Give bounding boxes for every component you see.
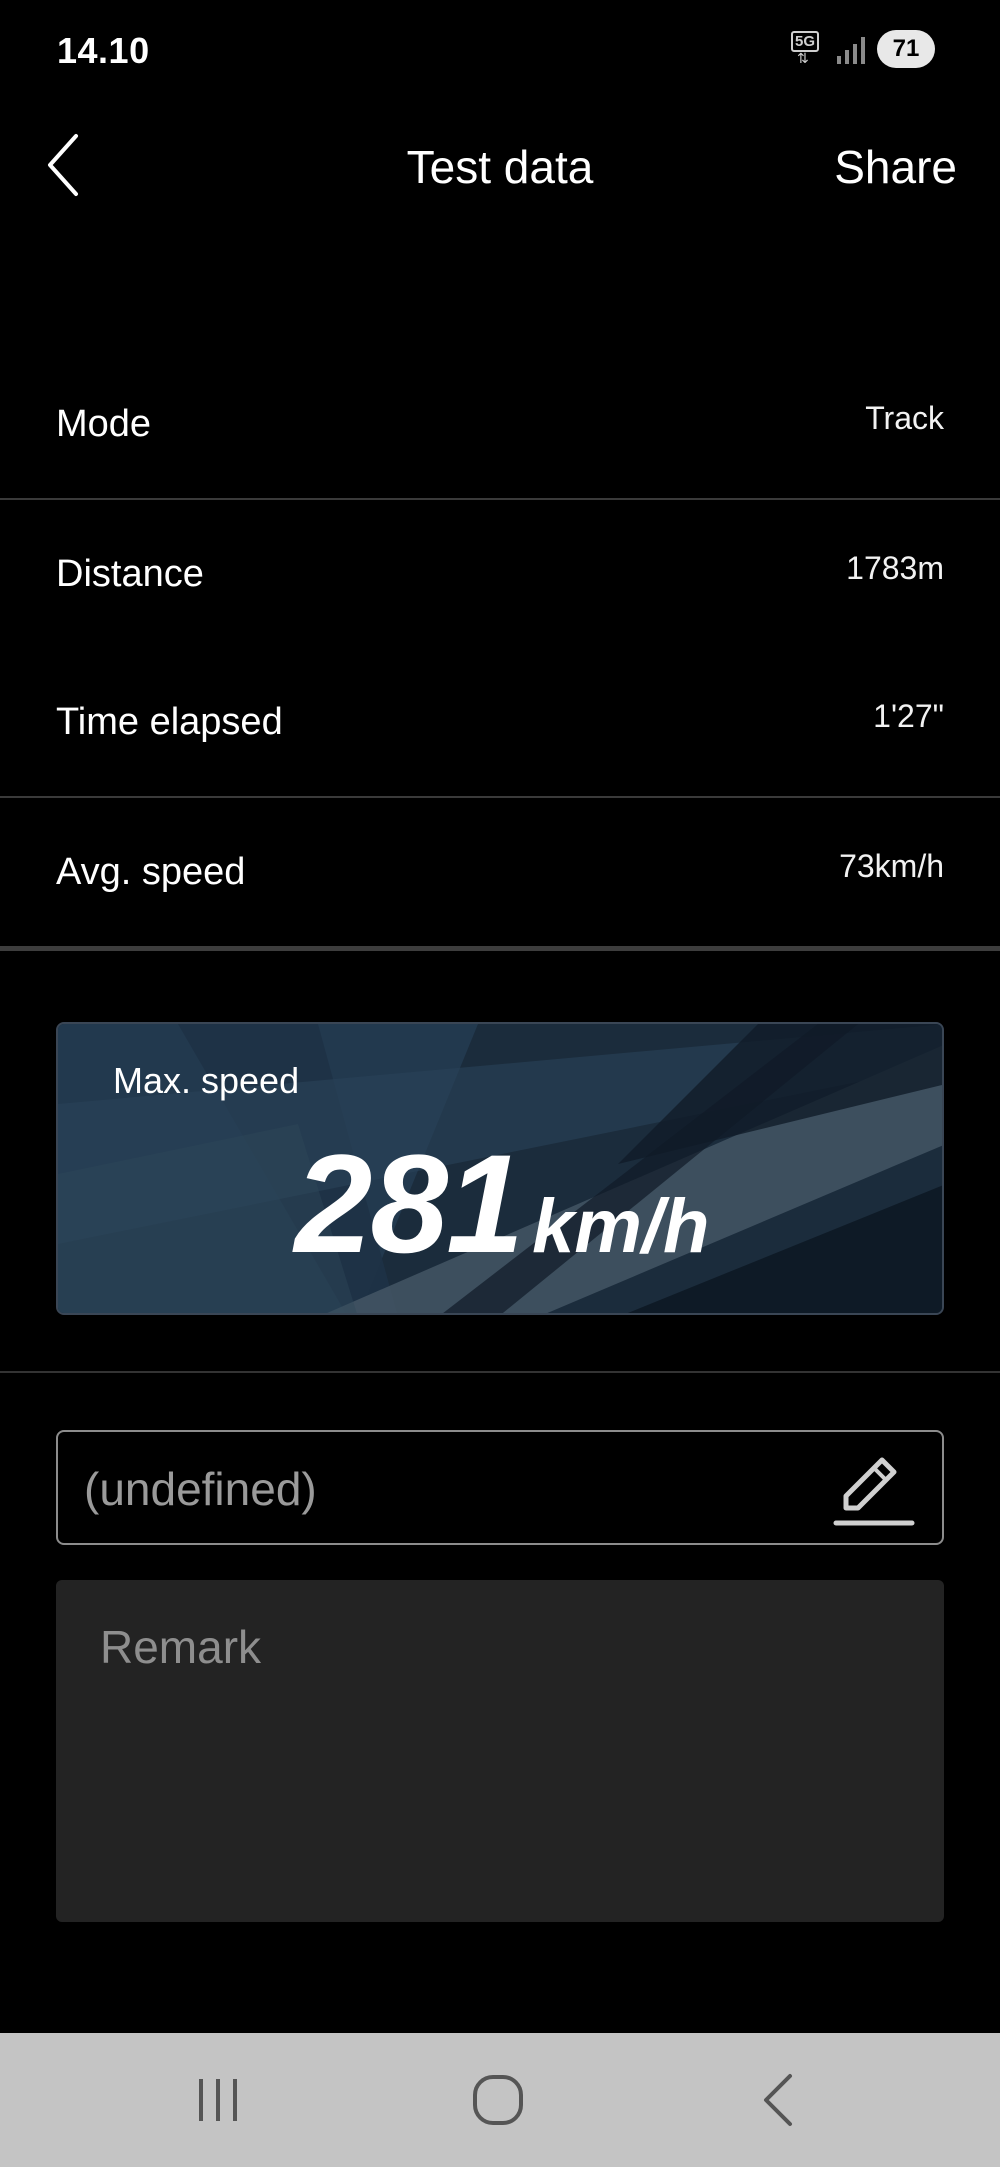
- signal-strength-icon: [837, 34, 865, 64]
- share-button[interactable]: Share: [834, 140, 957, 194]
- max-speed-unit: km/h: [532, 1184, 710, 1269]
- test-name-field[interactable]: (undefined): [56, 1430, 944, 1545]
- status-time: 14.10: [57, 30, 150, 71]
- nav-recents-button[interactable]: [178, 2063, 258, 2137]
- system-nav-bar: [0, 2033, 1000, 2167]
- max-speed-card: Max. speed 281 km/h: [56, 1022, 944, 1315]
- edit-name-button[interactable]: [832, 1446, 916, 1530]
- remark-input[interactable]: Remark: [56, 1580, 944, 1922]
- test-data-list: Mode Track Distance 1783m Time elapsed 1…: [0, 350, 1000, 951]
- pencil-icon: [833, 1457, 915, 1526]
- recent-apps-icon: [199, 2079, 237, 2121]
- screen: 14.10 5G ⇅ 71 Test data Share Mode Track…: [0, 0, 1000, 2167]
- data-arrows-icon: ⇅: [797, 50, 809, 66]
- row-avg-speed: Avg. speed 73km/h: [0, 798, 1000, 946]
- avg-speed-value: 73km/h: [839, 847, 944, 884]
- status-bar: 14.10 5G ⇅ 71: [0, 0, 1000, 100]
- time-elapsed-value: 1'27": [873, 697, 944, 734]
- back-icon: [764, 2074, 792, 2126]
- divider-thick: [0, 946, 1000, 951]
- status-icons: 5G ⇅ 71: [791, 30, 935, 68]
- max-speed-label: Max. speed: [113, 1060, 300, 1101]
- avg-speed-label: Avg. speed: [56, 850, 246, 893]
- row-distance: Distance 1783m: [0, 500, 1000, 648]
- nav-back-button[interactable]: [738, 2063, 818, 2137]
- test-name-value: (undefined): [84, 1463, 317, 1515]
- battery-icon: 71: [877, 30, 935, 68]
- network-label: 5G: [791, 31, 820, 52]
- divider: [0, 1371, 1000, 1373]
- remark-placeholder: Remark: [100, 1621, 262, 1673]
- row-time-elapsed: Time elapsed 1'27": [0, 648, 1000, 796]
- distance-value: 1783m: [846, 549, 944, 586]
- max-speed-value: 281: [294, 1125, 525, 1282]
- network-5g-icon: 5G ⇅: [791, 31, 825, 67]
- mode-label: Mode: [56, 402, 152, 445]
- row-mode: Mode Track: [0, 350, 1000, 498]
- header: Test data Share: [0, 110, 1000, 220]
- max-speed-readout: 281 km/h: [58, 1134, 942, 1274]
- distance-label: Distance: [56, 552, 204, 595]
- nav-home-button[interactable]: [458, 2063, 538, 2137]
- home-icon: [473, 2075, 523, 2125]
- time-elapsed-label: Time elapsed: [56, 700, 283, 743]
- mode-value: Track: [865, 399, 944, 436]
